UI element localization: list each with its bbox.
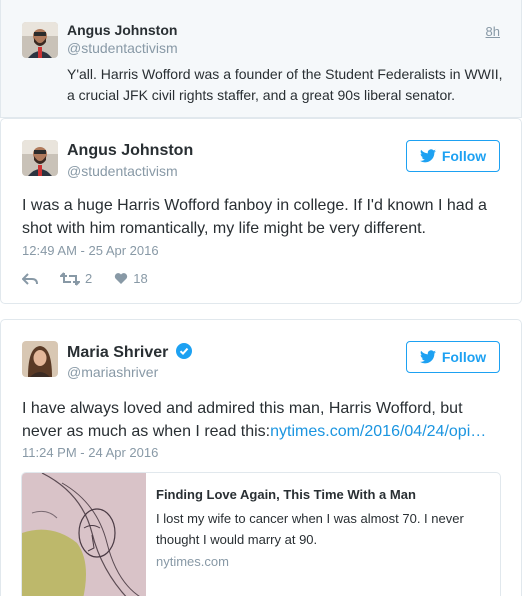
tweet-time[interactable]: 8h	[486, 24, 500, 39]
preview-domain: nytimes.com	[156, 554, 229, 569]
reply-icon	[22, 272, 38, 285]
retweet-count: 2	[85, 271, 93, 286]
avatar[interactable]	[22, 341, 58, 377]
parent-tweet-text: Y'all. Harris Wofford was a founder of t…	[67, 66, 503, 103]
like-button[interactable]: 18	[114, 271, 148, 286]
author-name[interactable]: Angus Johnston	[67, 22, 177, 38]
preview-description: I lost my wife to cancer when I was almo…	[156, 511, 464, 547]
reply-button[interactable]	[22, 272, 38, 286]
like-count: 18	[133, 271, 148, 286]
follow-button[interactable]: Follow	[406, 140, 500, 172]
tweet-actions: 2 18	[22, 271, 170, 286]
avatar[interactable]	[22, 22, 58, 58]
heart-icon	[115, 273, 128, 284]
parent-tweet[interactable]: Angus Johnston @studentactivism 8h Y'all…	[0, 0, 522, 118]
twitter-bird-icon	[419, 350, 436, 364]
avatar[interactable]	[22, 140, 58, 176]
retweet-button[interactable]: 2	[60, 271, 92, 286]
tweet-text: I have always loved and admired this man…	[22, 397, 503, 443]
follow-button[interactable]: Follow	[406, 341, 500, 373]
retweet-icon	[60, 271, 80, 286]
author-name[interactable]: Angus Johnston	[67, 142, 193, 160]
tweet-text: I was a huge Harris Wofford fanboy in co…	[22, 197, 487, 237]
author-handle[interactable]: @studentactivism	[67, 163, 178, 179]
author-name-text: Maria Shriver	[67, 344, 169, 361]
article-link[interactable]: nytimes.com/2016/04/24/opi…	[270, 423, 486, 440]
author-handle[interactable]: @mariashriver	[67, 364, 158, 380]
tweet-timestamp[interactable]: 11:24 PM - 24 Apr 2016	[22, 445, 158, 460]
tweet-timestamp[interactable]: 12:49 AM - 25 Apr 2016	[22, 243, 159, 258]
tweet-card: Angus Johnston @studentactivism Follow I…	[0, 118, 522, 304]
link-preview-card[interactable]: Finding Love Again, This Time With a Man…	[21, 472, 501, 596]
verified-badge-icon	[175, 343, 192, 359]
follow-label: Follow	[441, 148, 487, 164]
author-name[interactable]: Maria Shriver	[67, 343, 192, 362]
preview-title: Finding Love Again, This Time With a Man	[156, 487, 416, 502]
follow-label: Follow	[441, 349, 487, 365]
twitter-bird-icon	[419, 149, 436, 163]
author-handle[interactable]: @studentactivism	[67, 40, 178, 56]
article-thumbnail	[22, 473, 146, 596]
